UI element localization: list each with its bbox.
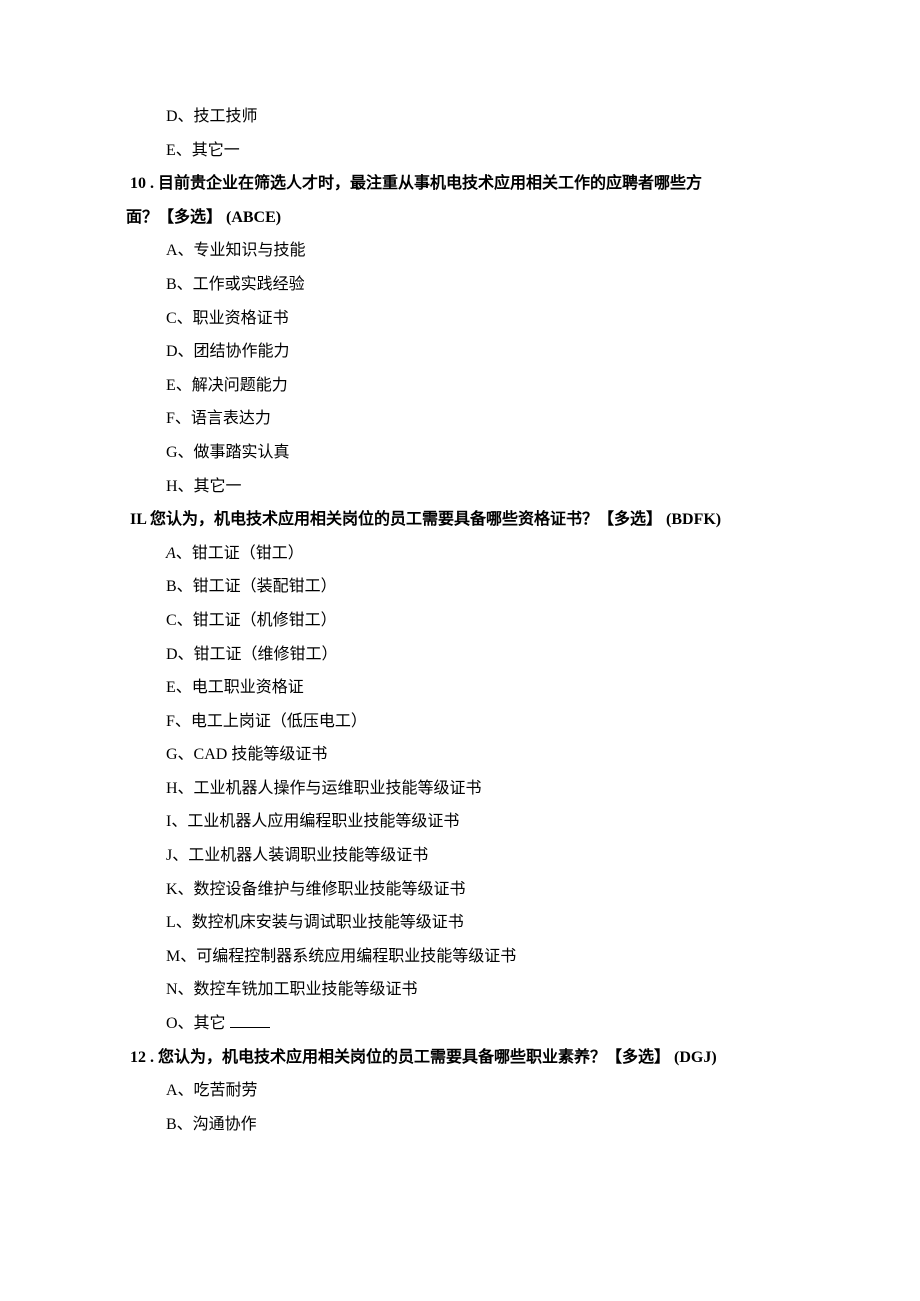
- q10-option-f: F、语言表达力: [130, 402, 790, 436]
- question-10-line1: 10 . 目前贵企业在筛选人才时，最注重从事机电技术应用相关工作的应聘者哪些方: [130, 167, 790, 201]
- q10-option-g: G、做事踏实认真: [130, 436, 790, 470]
- q11-option-f: F、电工上岗证（低压电工）: [130, 705, 790, 739]
- q10-option-d: D、团结协作能力: [130, 335, 790, 369]
- question-10-line2: 面？【多选】 (ABCE): [126, 201, 790, 235]
- q11-option-b: B、钳工证（装配钳工）: [130, 570, 790, 604]
- question-12: 12 . 您认为，机电技术应用相关岗位的员工需要具备哪些职业素养？【多选】 (D…: [130, 1041, 790, 1075]
- q11-option-d: D、钳工证（维修钳工）: [130, 638, 790, 672]
- question-11: IL 您认为，机电技术应用相关岗位的员工需要具备哪些资格证书？【多选】 (BDF…: [130, 503, 790, 537]
- q12-option-b: B、沟通协作: [130, 1108, 790, 1142]
- q11-option-a-rest: 、钳工证（钳工）: [176, 545, 304, 562]
- q10-option-h: H、其它一: [130, 470, 790, 504]
- q11-option-n: N、数控车铣加工职业技能等级证书: [130, 973, 790, 1007]
- q11-option-a: A、钳工证（钳工）: [130, 537, 790, 571]
- q11-option-g: G、CAD 技能等级证书: [130, 738, 790, 772]
- q11-option-o-text: O、其它: [166, 1015, 226, 1032]
- q11-option-e: E、电工职业资格证: [130, 671, 790, 705]
- q10-option-b: B、工作或实践经验: [130, 268, 790, 302]
- q11-option-l: L、数控机床安装与调试职业技能等级证书: [130, 906, 790, 940]
- q10-option-a: A、专业知识与技能: [130, 234, 790, 268]
- orphan-option-d: D、技工技师: [130, 100, 790, 134]
- q10-option-c: C、职业资格证书: [130, 302, 790, 336]
- blank-line: [230, 1015, 270, 1028]
- q11-option-k: K、数控设备维护与维修职业技能等级证书: [130, 873, 790, 907]
- q11-option-h: H、工业机器人操作与运维职业技能等级证书: [130, 772, 790, 806]
- q12-option-a: A、吃苦耐劳: [130, 1074, 790, 1108]
- q11-option-c: C、钳工证（机修钳工）: [130, 604, 790, 638]
- q11-option-m: M、可编程控制器系统应用编程职业技能等级证书: [130, 940, 790, 974]
- q11-option-i: I、工业机器人应用编程职业技能等级证书: [130, 805, 790, 839]
- q11-option-j: J、工业机器人装调职业技能等级证书: [130, 839, 790, 873]
- q11-option-a-prefix: A: [166, 545, 176, 562]
- orphan-option-e: E、其它一: [130, 134, 790, 168]
- q11-option-o: O、其它: [130, 1007, 790, 1041]
- q10-option-e: E、解决问题能力: [130, 369, 790, 403]
